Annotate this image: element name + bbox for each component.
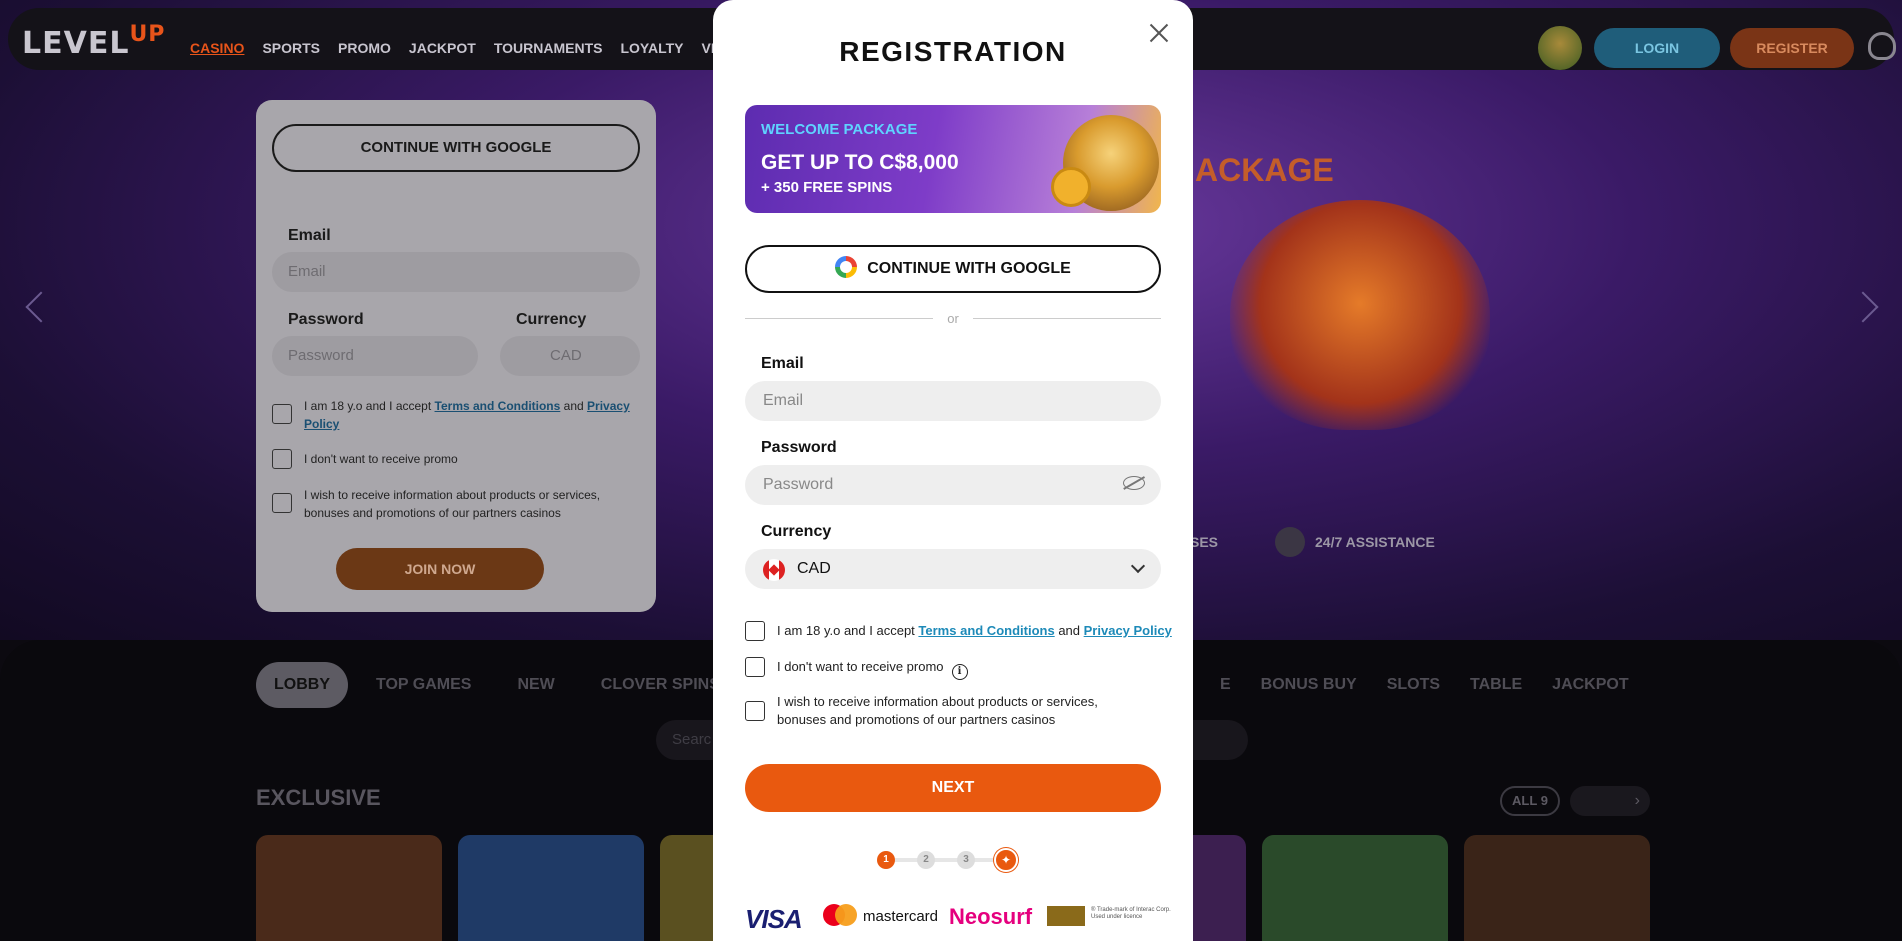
password-label: Password (761, 439, 837, 456)
privacy-link[interactable]: Privacy Policy (1084, 623, 1172, 638)
visa-logo: VISA (745, 904, 803, 934)
step-2: 2 (917, 851, 935, 869)
age-terms-text: I am 18 y.o and I accept Terms and Condi… (777, 622, 1172, 640)
no-promo-label: I don't want to receive promo (777, 659, 944, 674)
canada-flag-icon (763, 559, 785, 581)
step-track (885, 858, 1005, 862)
email-label: Email (761, 355, 804, 372)
interac-logo (1047, 906, 1085, 926)
google-button-label: CONTINUE WITH GOOGLE (867, 260, 1071, 277)
step-3: 3 (957, 851, 975, 869)
coin-icon (1051, 167, 1091, 207)
age-terms-prefix: I am 18 y.o and I accept (777, 623, 915, 638)
interac-trademark-note: ® Trade-mark of Interac Corp. Used under… (1091, 907, 1171, 920)
chevron-down-icon (1130, 558, 1146, 574)
eye-hidden-icon[interactable] (1123, 476, 1145, 490)
email-input[interactable] (745, 381, 1161, 421)
google-signup-button[interactable]: CONTINUE WITH GOOGLE (745, 245, 1161, 293)
banner-headline: GET UP TO C$8,000 (761, 151, 959, 174)
terms-link[interactable]: Terms and Conditions (918, 623, 1054, 638)
modal-title: REGISTRATION (839, 36, 1067, 67)
banner-spins: + 350 FREE SPINS (761, 179, 893, 196)
step-1: 1 (877, 851, 895, 869)
partners-text: I wish to receive information about prod… (777, 694, 1098, 727)
next-button[interactable]: NEXT (745, 764, 1161, 812)
currency-select[interactable]: CAD (745, 549, 1161, 589)
mastercard-logo: mastercard (863, 908, 939, 925)
registration-modal: REGISTRATION WELCOME PACKAGE GET UP TO C… (713, 0, 1193, 941)
and-text: and (1058, 623, 1081, 638)
mastercard-icon (823, 904, 857, 926)
payment-logos: VISA mastercard Neosurf ® Trade-mark of … (745, 898, 1171, 938)
or-separator: or (933, 311, 973, 326)
google-icon (835, 256, 858, 278)
welcome-package-banner: WELCOME PACKAGE GET UP TO C$8,000 + 350 … (745, 105, 1161, 213)
currency-value: CAD (797, 560, 831, 577)
currency-label: Currency (761, 523, 832, 540)
partners-checkbox[interactable] (745, 701, 765, 721)
banner-subtitle: WELCOME PACKAGE (761, 121, 918, 138)
age-terms-checkbox[interactable] (745, 621, 765, 641)
password-input[interactable] (745, 465, 1161, 505)
no-promo-text: I don't want to receive promo i (777, 658, 968, 680)
gift-icon: ✦ (994, 848, 1018, 872)
info-icon[interactable]: i (951, 664, 968, 680)
no-promo-checkbox[interactable] (745, 657, 765, 677)
neosurf-logo: Neosurf (949, 904, 1033, 929)
step-indicator: 1 2 3 ✦ (873, 848, 1033, 872)
